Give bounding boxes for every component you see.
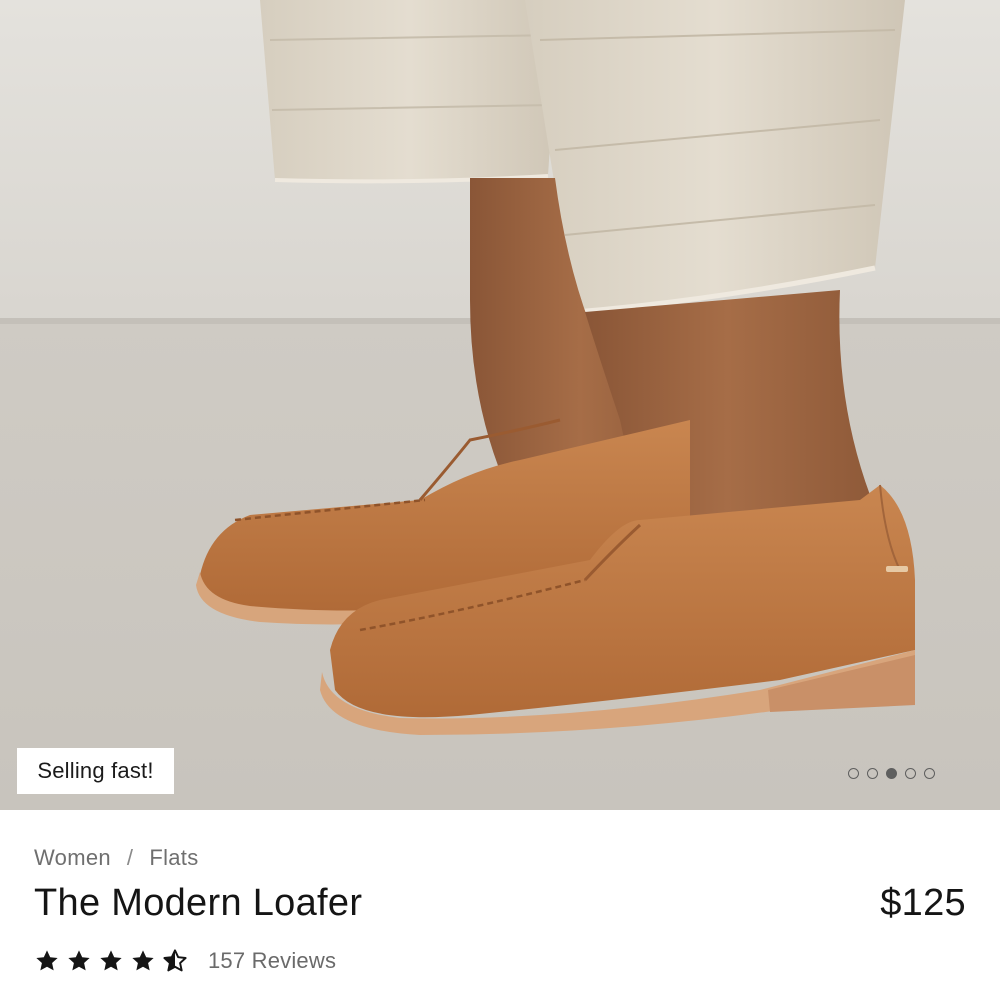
star-icon — [132, 950, 154, 971]
breadcrumb: Women / Flats — [34, 845, 199, 871]
star-half-icon — [163, 949, 187, 972]
gallery-dot[interactable] — [867, 767, 878, 779]
breadcrumb-women[interactable]: Women — [34, 845, 111, 871]
product-info: Women / Flats The Modern Loafer $125 157… — [0, 810, 1000, 1000]
reviews-link[interactable]: 157 Reviews — [208, 948, 336, 974]
gallery-dot[interactable] — [924, 767, 935, 779]
star-icon — [100, 950, 122, 971]
rating[interactable]: 157 Reviews — [34, 948, 336, 974]
product-photo — [0, 0, 1000, 810]
breadcrumb-flats[interactable]: Flats — [149, 845, 198, 871]
product-image[interactable]: Selling fast! — [0, 0, 1000, 810]
product-price: $125 — [880, 882, 966, 924]
product-title: The Modern Loafer — [34, 882, 363, 924]
gallery-pagination — [848, 765, 935, 781]
selling-fast-badge: Selling fast! — [17, 748, 174, 794]
gallery-dot[interactable] — [905, 767, 916, 779]
star-icon — [68, 950, 90, 971]
breadcrumb-separator: / — [126, 845, 134, 870]
gallery-dot[interactable] — [848, 767, 859, 779]
gallery-dot-active[interactable] — [886, 767, 897, 779]
star-icon — [36, 950, 58, 971]
